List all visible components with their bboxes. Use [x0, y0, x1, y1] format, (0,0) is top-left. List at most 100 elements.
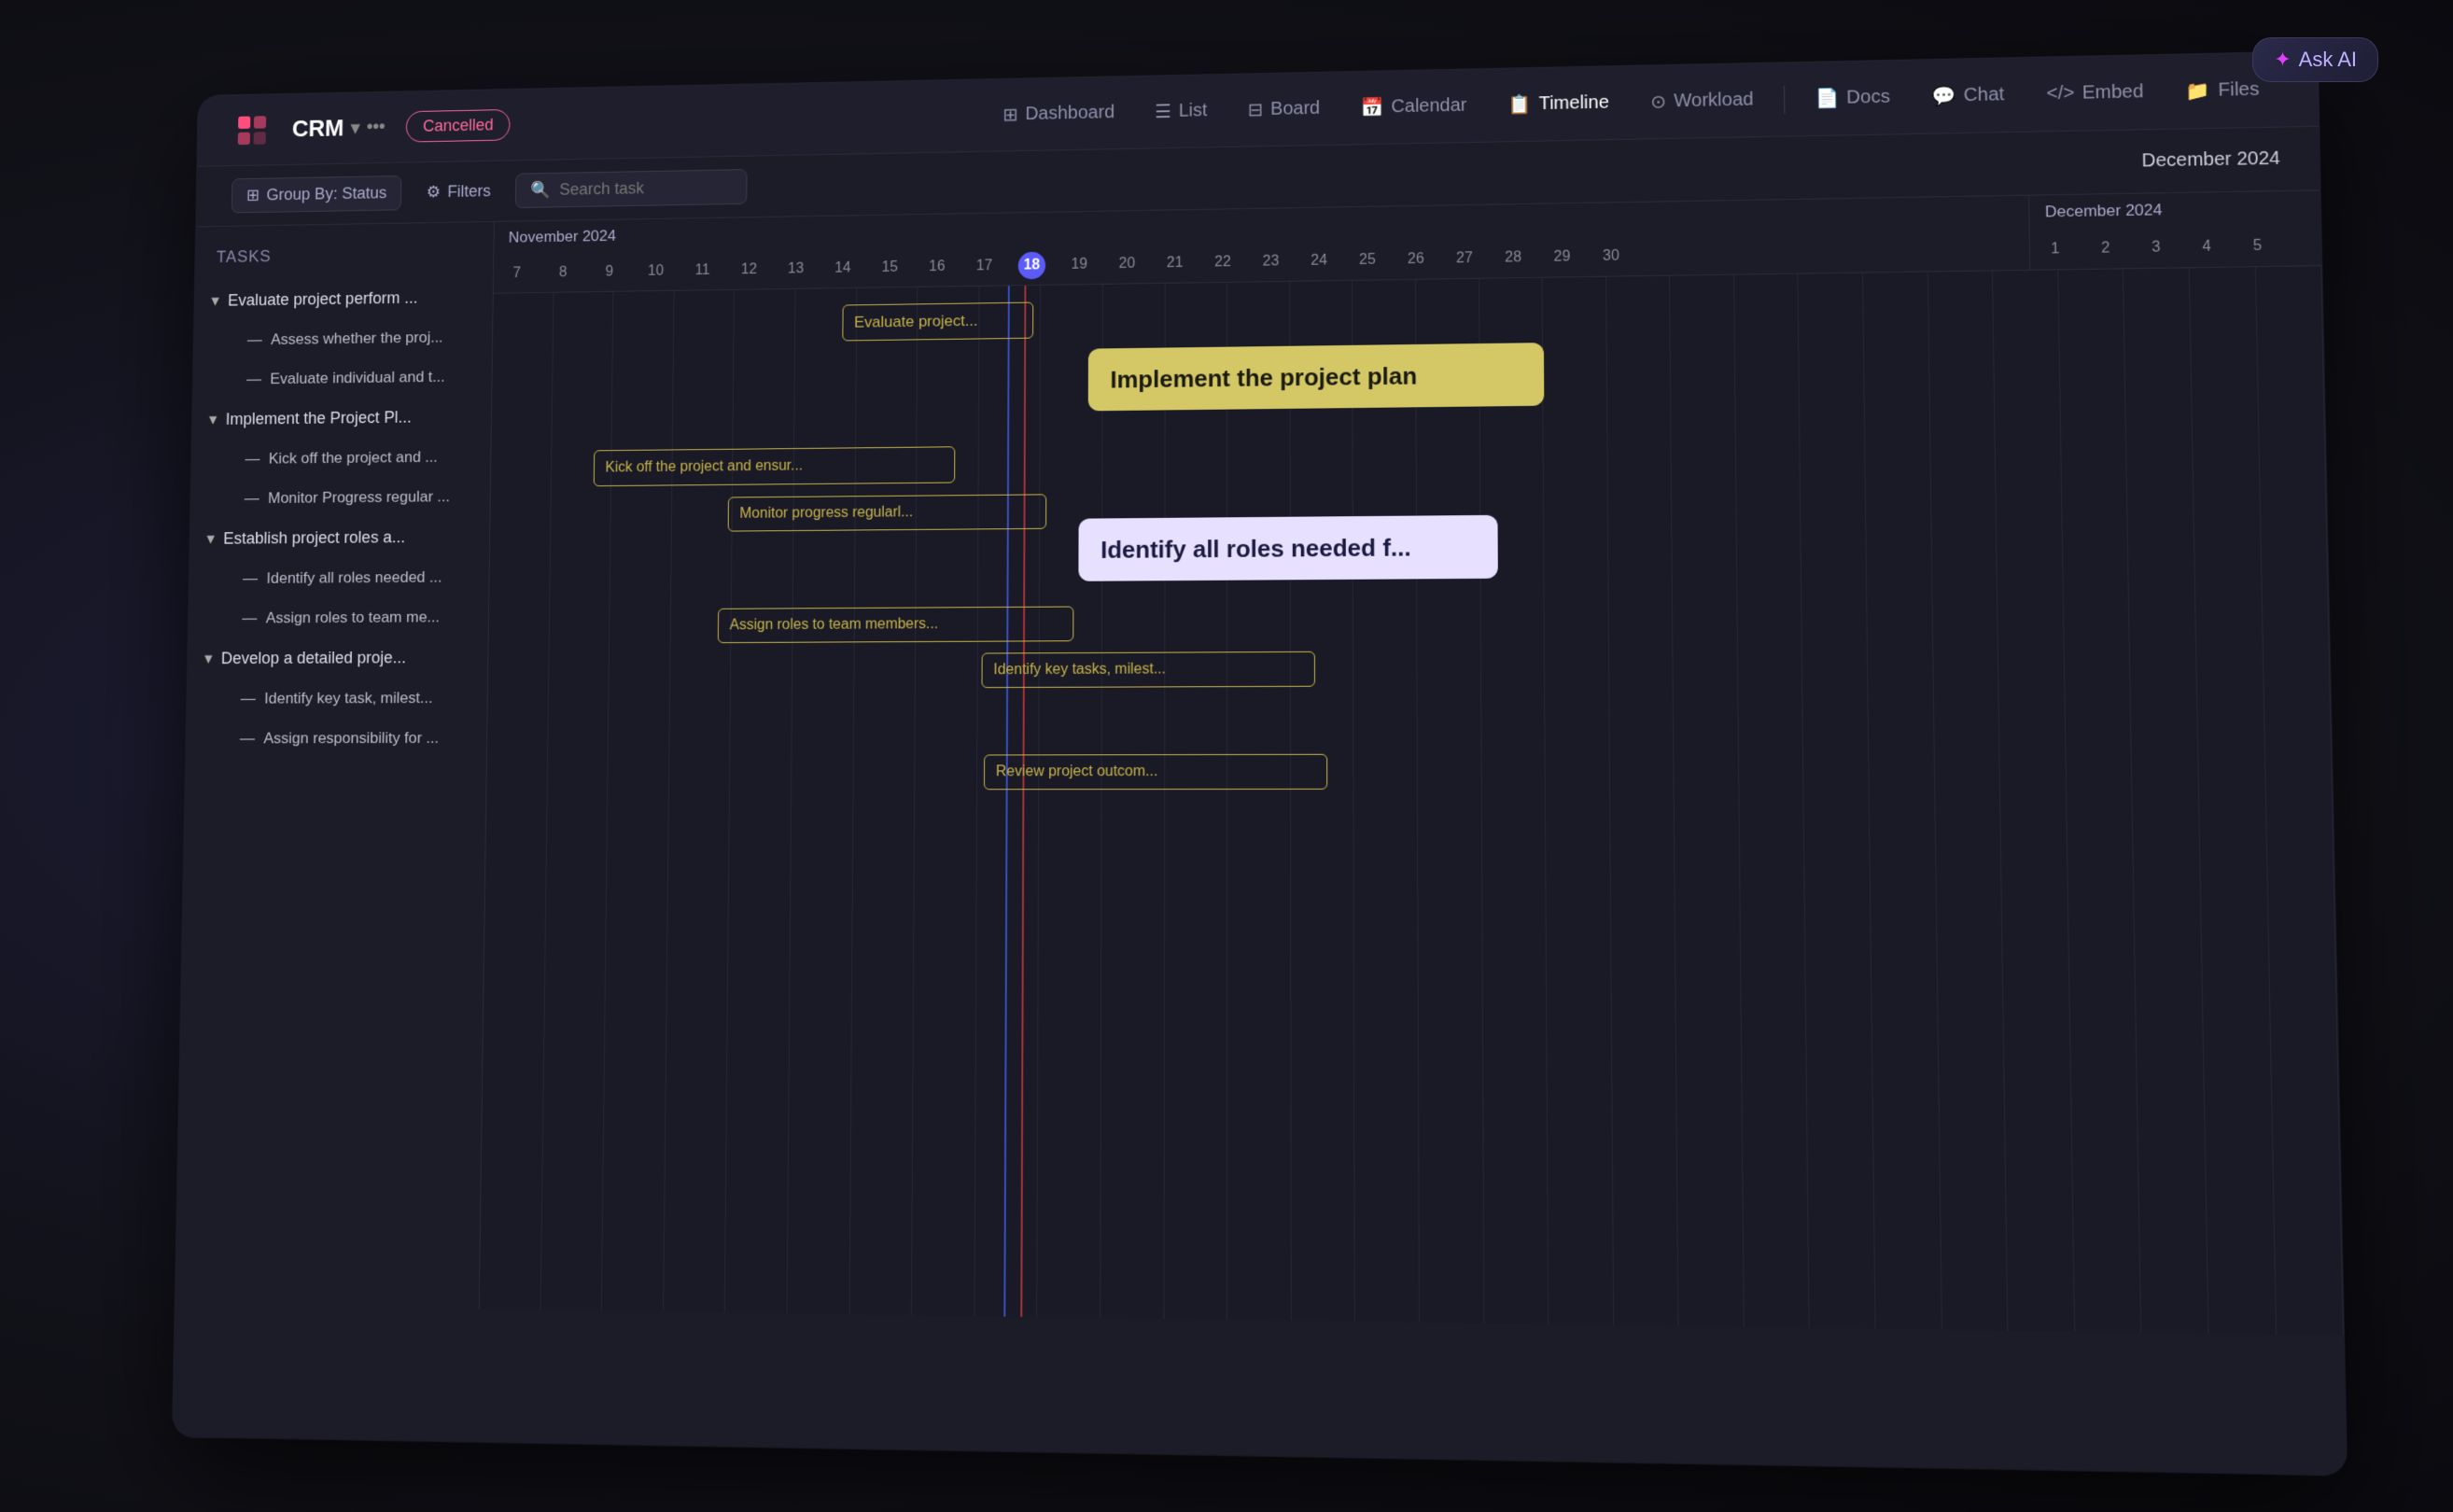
dash-icon: — — [246, 371, 261, 388]
task-item-3[interactable]: — Evaluate individual and t... — [193, 357, 492, 399]
dec-date-4: 4 — [2181, 234, 2233, 259]
date-9: 9 — [586, 259, 633, 284]
tab-docs[interactable]: 📄 Docs — [1796, 76, 1910, 119]
tab-calendar[interactable]: 📅 Calendar — [1342, 85, 1486, 129]
timeline-area: November 2024 7 8 9 10 11 12 13 14 15 — [480, 190, 2344, 1335]
app-logo — [232, 110, 272, 150]
dash-icon: — — [241, 690, 256, 707]
tab-workload[interactable]: ⊙ December 2024 Workload — [1632, 78, 1773, 122]
project-name-group: CRM ▾ ••• — [292, 114, 385, 143]
date-24: 24 — [1295, 248, 1343, 273]
status-badge[interactable]: Cancelled — [406, 109, 511, 143]
task-item-12[interactable]: — Assign responsibility for ... — [186, 718, 486, 759]
status-label: Cancelled — [423, 116, 494, 135]
dropdown-icon[interactable]: ▾ — [351, 117, 360, 139]
board-icon: ⊟ — [1248, 98, 1264, 121]
timeline-grid: Evaluate project... Implement the projec… — [480, 266, 2344, 1336]
task-group-7[interactable]: ▾ Establish project roles a... — [189, 516, 489, 559]
task-item-6[interactable]: — Monitor Progress regular ... — [190, 477, 490, 519]
date-16: 16 — [914, 255, 961, 279]
date-11: 11 — [679, 259, 725, 283]
task-item-2[interactable]: — Assess whether the proj... — [193, 317, 492, 361]
search-box[interactable]: 🔍 — [515, 169, 748, 208]
search-icon: 🔍 — [530, 181, 551, 201]
tab-dashboard[interactable]: ⊞ Dashboard — [985, 92, 1133, 136]
dash-icon: — — [245, 450, 259, 468]
tab-board[interactable]: ⊟ Board — [1229, 88, 1339, 131]
task-item-5[interactable]: — Kick off the project and ... — [191, 437, 491, 480]
list-icon: ☰ — [1155, 100, 1171, 123]
month-label: December 2024 — [2141, 148, 2280, 173]
taskbar-assign-roles[interactable]: Assign roles to team members... — [718, 607, 1074, 644]
filters-button[interactable]: ⚙ Filters — [415, 175, 501, 209]
date-21: 21 — [1151, 250, 1198, 274]
search-input[interactable] — [559, 177, 732, 200]
task-item-9[interactable]: — Assign roles to team me... — [189, 597, 489, 639]
task-sidebar: Tasks ▾ Evaluate project perform ... — A… — [175, 222, 495, 1309]
more-options-icon[interactable]: ••• — [367, 117, 385, 137]
date-15: 15 — [866, 255, 914, 279]
taskbar-kickoff[interactable]: Kick off the project and ensur... — [594, 446, 956, 486]
taskbar-identify-key-tasks[interactable]: Identify key tasks, milest... — [982, 651, 1315, 688]
date-18-today: 18 — [1008, 247, 1056, 283]
task-group-10[interactable]: ▾ Develop a detailed proje... — [188, 637, 488, 679]
tab-chat[interactable]: 💬 Chat — [1913, 74, 2024, 118]
taskbar-review-outcomes[interactable]: Review project outcom... — [984, 754, 1327, 790]
chevron-down-icon: ▾ — [211, 291, 219, 310]
ask-ai-button[interactable]: ✦ Ask AI — [2252, 37, 2378, 82]
task-group-4[interactable]: ▾ Implement the Project Pl... — [192, 397, 492, 441]
calendar-icon: 📅 — [1361, 96, 1384, 119]
december-dates: 1 2 3 4 5 — [2030, 225, 2322, 270]
dash-icon: — — [247, 331, 262, 349]
taskbar-evaluate-project[interactable]: Evaluate project... — [842, 302, 1033, 342]
chat-icon: 💬 — [1932, 84, 1956, 107]
workload-icon: ⊙ — [1650, 91, 1666, 114]
date-30: 30 — [1587, 244, 1636, 269]
date-8: 8 — [540, 260, 586, 285]
filter-icon: ⚙ — [427, 183, 442, 202]
date-26: 26 — [1392, 246, 1440, 271]
nav-tabs: ⊞ Dashboard ☰ List ⊟ Board 📅 Calendar 📋 — [985, 68, 2279, 135]
date-19: 19 — [1056, 252, 1103, 276]
tab-embed[interactable]: </> Embed — [2027, 72, 2164, 115]
taskbar-identify-roles[interactable]: Identify all roles needed f... — [1078, 515, 1497, 581]
dash-icon: — — [245, 490, 259, 508]
outer-background: ✦ Ask AI CRM ▾ ••• Canc — [0, 0, 2453, 1512]
date-10: 10 — [633, 259, 680, 283]
project-name-text: CRM — [292, 114, 344, 143]
group-by-button[interactable]: ⊞ Group By: Status — [231, 175, 402, 213]
today-indicator: 18 — [1018, 251, 1045, 279]
date-12: 12 — [725, 258, 772, 282]
date-27: 27 — [1440, 246, 1489, 271]
app-window: CRM ▾ ••• Cancelled ⊞ Dashboard ☰ List — [173, 51, 2347, 1475]
taskbar-monitor-progress[interactable]: Monitor progress regularl... — [728, 494, 1047, 531]
timeline-icon: 📋 — [1508, 93, 1532, 117]
date-17: 17 — [960, 254, 1008, 278]
date-28: 28 — [1489, 245, 1537, 271]
task-item-8[interactable]: — Identify all roles needed ... — [189, 557, 488, 599]
december-label: December 2024 — [2029, 190, 2320, 229]
dashboard-icon: ⊞ — [1002, 104, 1017, 127]
date-29: 29 — [1537, 245, 1587, 270]
sparkle-icon: ✦ — [2274, 48, 2291, 72]
task-item-11[interactable]: — Identify key task, milest... — [187, 678, 487, 719]
embed-icon: </> — [2046, 83, 2074, 105]
date-7: 7 — [494, 261, 540, 286]
dec-date-5: 5 — [2232, 233, 2283, 259]
dash-icon: — — [243, 569, 258, 587]
dash-icon: — — [240, 730, 255, 748]
date-25: 25 — [1343, 247, 1392, 272]
tab-timeline[interactable]: 📋 Timeline — [1489, 82, 1628, 126]
sidebar-header: Tasks — [195, 236, 494, 281]
chevron-down-icon: ▾ — [209, 411, 217, 429]
taskbar-implement-plan[interactable]: Implement the project plan — [1088, 343, 1545, 411]
chevron-down-icon: ▾ — [206, 529, 215, 548]
task-group-1[interactable]: ▾ Evaluate project perform ... — [194, 276, 493, 321]
date-23: 23 — [1247, 249, 1296, 273]
dec-date-1: 1 — [2030, 236, 2081, 261]
group-by-label: Group By: Status — [266, 184, 386, 204]
main-content: Tasks ▾ Evaluate project perform ... — A… — [175, 190, 2344, 1335]
tab-list[interactable]: ☰ List — [1137, 90, 1226, 133]
date-13: 13 — [772, 257, 819, 281]
ask-ai-label: Ask AI — [2299, 48, 2357, 72]
